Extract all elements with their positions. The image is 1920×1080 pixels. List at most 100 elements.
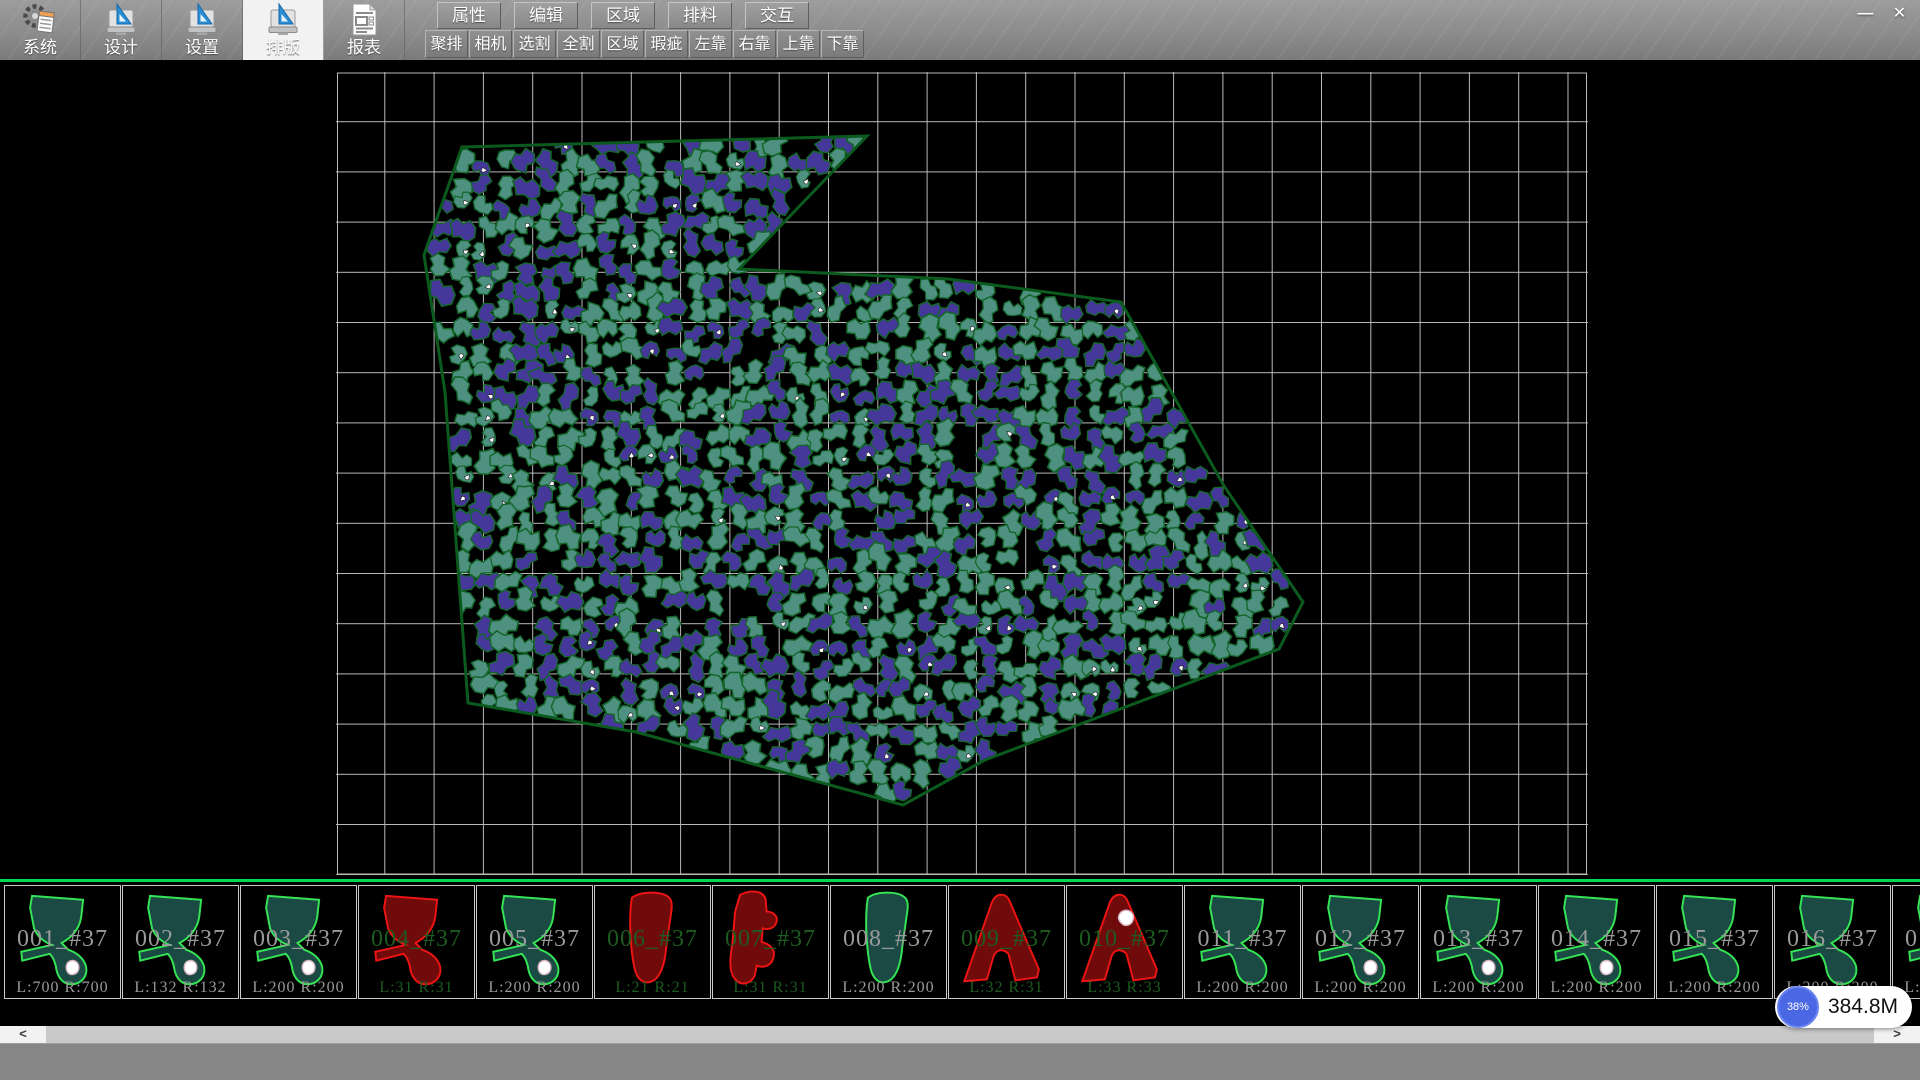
tool-button-flaw[interactable]: 瑕疵 — [645, 30, 688, 58]
tile-name: 008_#37 — [831, 926, 946, 953]
tile-name: 007_#37 — [713, 926, 828, 953]
tile-quantity: L:21 R:21 — [595, 979, 710, 997]
app-button-label: 设置 — [185, 39, 219, 57]
tile-name: 001_#37 — [5, 926, 120, 953]
piece-tile[interactable]: 012_#37 L:200 R:200 — [1302, 885, 1419, 999]
piece-tile[interactable]: 015_#37 L:200 R:200 — [1656, 885, 1773, 999]
piece-tile[interactable]: 003_#37 L:200 R:200 — [240, 885, 357, 999]
app-button-label: 排版 — [266, 39, 300, 57]
memory-usage-value: 384.8M — [1828, 995, 1898, 1019]
tile-name: 009_#37 — [949, 926, 1064, 953]
progress-percent-badge: 38% — [1777, 986, 1819, 1028]
piece-tile-strip: 001_#37L:700 R:700002_#37L:132 R:132003_… — [0, 878, 1920, 1026]
tool-button-cluster-nest[interactable]: 聚排 — [425, 30, 468, 58]
menu-tab-bar: 属性编辑区域排料交互 — [437, 2, 809, 29]
ruler-laptop-icon — [183, 1, 221, 39]
tile-quantity: L:200 R:200 — [1303, 979, 1418, 997]
tile-name: 006_#37 — [595, 926, 710, 953]
tile-name: 003_#37 — [241, 926, 356, 953]
menu-tab-edit[interactable]: 编辑 — [514, 2, 578, 29]
piece-tile[interactable]: 013_#37 L:200 R:200 — [1420, 885, 1537, 999]
tile-quantity: L:31 R:31 — [713, 979, 828, 997]
tile-quantity: L:200 R:200 — [1657, 979, 1772, 997]
tile-quantity: L:132 R:132 — [123, 979, 238, 997]
piece-tile[interactable]: 016_#37L:200 R:200 — [1774, 885, 1891, 999]
minimize-button[interactable]: — — [1850, 2, 1881, 25]
tile-name: 011_#37 — [1185, 926, 1300, 953]
tile-name: 012_#37 — [1303, 926, 1418, 953]
piece-tile[interactable]: 007_#37 L:31 R:31 — [712, 885, 829, 999]
app-launcher-bar: 系统 设计 设置 排版 报表 — [0, 0, 405, 60]
tile-quantity: L:200 R:200 — [1421, 979, 1536, 997]
piece-tile[interactable]: 014_#37 L:200 R:200 — [1538, 885, 1655, 999]
progress-percent: 38% — [1787, 1001, 1809, 1013]
tile-quantity: L:200 R:200 — [831, 979, 946, 997]
tool-button-snap-bottom[interactable]: 下靠 — [821, 30, 864, 58]
tool-button-snap-right[interactable]: 右靠 — [733, 30, 776, 58]
tile-quantity: L:200 R:200 — [1539, 979, 1654, 997]
menu-tab-interact[interactable]: 交互 — [745, 2, 809, 29]
tile-name: 010_#37 — [1067, 926, 1182, 953]
strip-top-line — [0, 879, 1920, 882]
piece-tile[interactable]: 002_#37 L:132 R:132 — [122, 885, 239, 999]
report-doc-icon — [345, 1, 383, 39]
piece-tile[interactable]: 008_#37 L:200 R:200 — [830, 885, 947, 999]
tile-quantity: L:32 R:31 — [949, 979, 1064, 997]
piece-tile[interactable]: 001_#37 L:700 R:700 — [4, 885, 121, 999]
tile-name: 004_#37 — [359, 926, 474, 953]
piece-tile-list: 001_#37L:700 R:700002_#37L:132 R:132003_… — [4, 885, 1920, 999]
tool-button-snap-top[interactable]: 上靠 — [777, 30, 820, 58]
piece-tile[interactable]: 010_#37 L:33 R:33 — [1066, 885, 1183, 999]
tool-button-region[interactable]: 区域 — [601, 30, 644, 58]
piece-tile[interactable]: 006_#37 L:21 R:21 — [594, 885, 711, 999]
main-toolbar: 系统 设计 设置 排版 报表 属性编辑区域排料交互 聚排相机选割全割区域瑕疵左靠右靠上靠… — [0, 0, 1920, 61]
tile-quantity: L:200 R:200 — [241, 979, 356, 997]
app-button-label: 系统 — [23, 39, 57, 57]
app-button-report[interactable]: 报表 — [324, 0, 405, 60]
piece-tile[interactable]: 011_#37 L:200 R:200 — [1184, 885, 1301, 999]
tile-name: 013_#37 — [1421, 926, 1536, 953]
tile-name: 014_#37 — [1539, 926, 1654, 953]
tile-quantity: L:33 R:33 — [1067, 979, 1182, 997]
app-button-system[interactable]: 系统 — [0, 0, 81, 60]
app-button-design[interactable]: 设计 — [81, 0, 162, 60]
close-button[interactable]: ✕ — [1884, 2, 1915, 25]
menu-tab-properties[interactable]: 属性 — [437, 2, 501, 29]
progress-indicator: 38% 384.8M — [1775, 986, 1912, 1028]
ruler-laptop-icon — [264, 1, 302, 39]
piece-tile[interactable]: 005_#37 L:200 R:200 — [476, 885, 593, 999]
status-bar — [0, 1043, 1920, 1080]
tool-button-snap-left[interactable]: 左靠 — [689, 30, 732, 58]
app-button-settings[interactable]: 设置 — [162, 0, 243, 60]
app-button-label: 报表 — [347, 39, 381, 57]
ruler-laptop-icon — [102, 1, 140, 39]
piece-tile[interactable]: 004_#37 L:31 R:31 — [358, 885, 475, 999]
window-controls: — ✕ — [1850, 2, 1915, 25]
menu-tab-region[interactable]: 区域 — [591, 2, 655, 29]
tool-button-camera[interactable]: 相机 — [469, 30, 512, 58]
app-button-label: 设计 — [104, 39, 138, 57]
menu-tab-nesting[interactable]: 排料 — [668, 2, 732, 29]
piece-tile[interactable]: 009_#37 L:32 R:31 — [948, 885, 1065, 999]
tile-quantity: L:200 R:200 — [477, 979, 592, 997]
tile-quantity: L:200 R:200 — [1185, 979, 1300, 997]
nesting-canvas[interactable] — [336, 72, 1588, 875]
app-window: 系统 设计 设置 排版 报表 属性编辑区域排料交互 聚排相机选割全割区域瑕疵左靠右靠上靠… — [0, 0, 1920, 1080]
tile-name: 017_#37 — [1893, 926, 1920, 953]
scroll-left-button[interactable]: < — [0, 1026, 46, 1043]
tile-name: 002_#37 — [123, 926, 238, 953]
tile-quantity: L:31 R:31 — [359, 979, 474, 997]
canvas-area[interactable] — [0, 60, 1920, 878]
tile-name: 015_#37 — [1657, 926, 1772, 953]
scroll-right-button[interactable]: > — [1874, 1026, 1920, 1043]
tile-name: 016_#37 — [1775, 926, 1890, 953]
tool-button-cut-all[interactable]: 全割 — [557, 30, 600, 58]
tile-quantity: L:700 R:700 — [5, 979, 120, 997]
app-button-layout[interactable]: 排版 — [243, 0, 324, 60]
tool-button-bar: 聚排相机选割全割区域瑕疵左靠右靠上靠下靠 — [425, 30, 864, 58]
horizontal-scrollbar[interactable]: < > — [0, 1026, 1920, 1043]
tile-name: 005_#37 — [477, 926, 592, 953]
tool-button-select-cut[interactable]: 选割 — [513, 30, 556, 58]
piece-tile[interactable]: 017_#37L:200 R:200 — [1892, 885, 1920, 999]
gear-notebook-icon — [21, 1, 59, 39]
